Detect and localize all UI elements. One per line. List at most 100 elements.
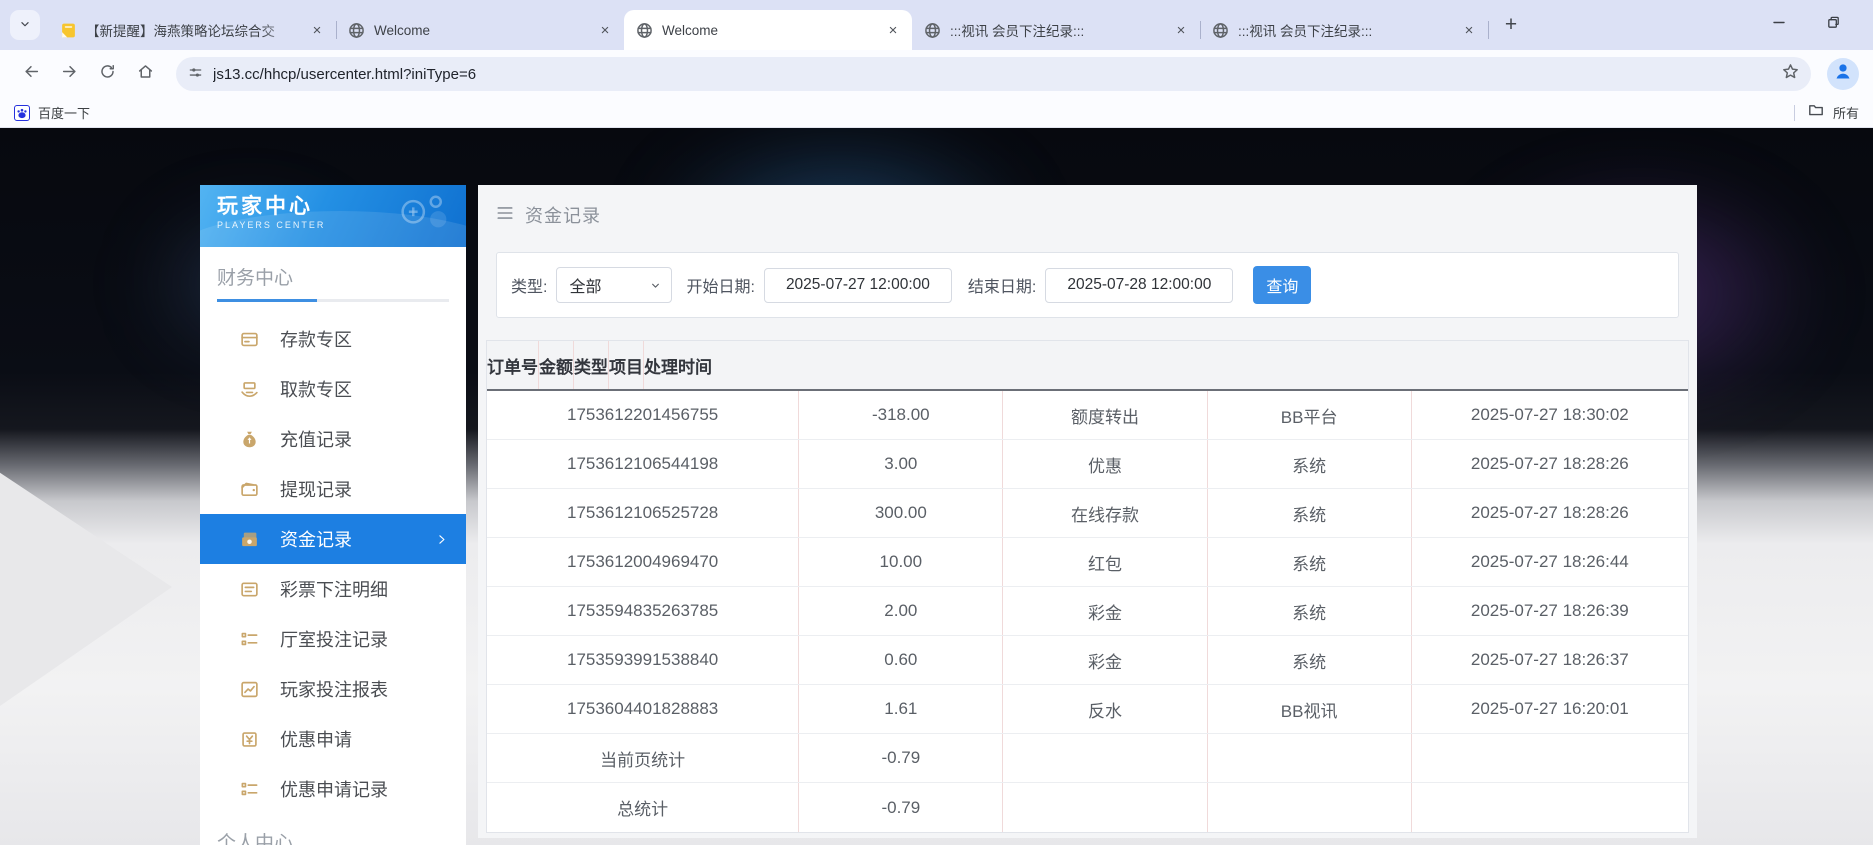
- menu-item-label: 提现记录: [280, 480, 352, 500]
- table-row: 1753612201456755 -318.00 额度转出 BB平台 2025-…: [487, 391, 1688, 440]
- sidebar-menu-item[interactable]: 提现记录: [200, 464, 466, 514]
- menu-item-label: 资金记录: [280, 530, 352, 550]
- type-select-value: 全部: [569, 279, 602, 296]
- new-tab-button[interactable]: +: [1496, 10, 1526, 40]
- avatar-icon: [1833, 61, 1853, 87]
- table-header-cell: 处理时间: [644, 357, 712, 377]
- tab-title: :::视讯 会员下注纪录:::: [950, 24, 1085, 39]
- tab-title: Welcome: [374, 22, 431, 38]
- all-bookmarks-button[interactable]: [1808, 102, 1824, 123]
- collapse-menu-button[interactable]: [496, 204, 514, 227]
- sidebar-menu-item[interactable]: 取款专区: [200, 364, 466, 414]
- sidebar-menu-item[interactable]: 存款专区: [200, 314, 466, 364]
- cell-time: [1412, 734, 1688, 782]
- cell-amount: 0.60: [799, 636, 1004, 684]
- cell-order-id: 1753594835263785: [487, 587, 800, 635]
- bookmark-label: 百度一下: [38, 106, 91, 121]
- cell-amount: 3.00: [799, 440, 1004, 488]
- withdraw-hand-icon: [238, 380, 260, 399]
- bookmark-list: 百度一下: [14, 103, 90, 122]
- tab-title: :::视讯 会员下注纪录:::: [1238, 24, 1373, 39]
- all-bookmarks-label: 所有: [1832, 106, 1859, 121]
- cell-time: 2025-07-27 18:26:44: [1470, 552, 1629, 571]
- restore-icon: [1826, 15, 1841, 34]
- close-tab-icon[interactable]: ×: [1172, 21, 1190, 39]
- home-icon: [137, 63, 154, 85]
- tab-title: 【新提醒】海燕策略论坛综合交: [86, 24, 275, 39]
- players-center-subtitle: PLAYERS CENTER: [217, 220, 326, 230]
- globe-icon: [636, 22, 653, 39]
- cell-amount: -0.79: [799, 734, 1004, 782]
- site-info-button[interactable]: [188, 65, 203, 84]
- url-text[interactable]: js13.cc/hhcp/usercenter.html?iniType=6: [213, 66, 1772, 83]
- bookmark-item[interactable]: 百度一下: [14, 103, 90, 122]
- table-row: 1753593991538840 0.60 彩金 系统 2025-07-27 1…: [487, 636, 1688, 685]
- menu-item-label: 玩家投注报表: [280, 680, 388, 700]
- sidebar-menu-item[interactable]: 优惠申请: [200, 714, 466, 764]
- cell-time: 2025-07-27 18:28:26: [1470, 503, 1629, 522]
- browser-tab[interactable]: :::视讯 会员下注纪录::: ×: [1200, 10, 1489, 50]
- cell-time: [1412, 783, 1688, 832]
- browser-toolbar: js13.cc/hhcp/usercenter.html?iniType=6: [0, 50, 1873, 98]
- browser-tab[interactable]: 【新提醒】海燕策略论坛综合交 ×: [48, 10, 337, 50]
- browser-chrome: 【新提醒】海燕策略论坛综合交 × Welcome × Welcome ×:::…: [0, 0, 1873, 128]
- menu-item-label: 存款专区: [280, 330, 352, 350]
- cashout-wallet-icon: [238, 480, 260, 499]
- cell-order-id: 当前页统计: [487, 734, 800, 782]
- minimize-button[interactable]: [1769, 14, 1789, 34]
- cell-type: 优惠: [1003, 440, 1208, 488]
- profile-avatar-button[interactable]: [1827, 58, 1859, 90]
- home-button[interactable]: [128, 57, 162, 91]
- sidebar-menu-item[interactable]: 充值记录: [200, 414, 466, 464]
- globe-icon: [924, 22, 941, 39]
- table-row: 总统计 -0.79: [487, 783, 1688, 832]
- bookmarks-right: 所有: [1793, 102, 1859, 123]
- address-bar[interactable]: js13.cc/hhcp/usercenter.html?iniType=6: [176, 57, 1811, 91]
- start-date-input[interactable]: [763, 267, 952, 303]
- cell-order-id: 1753612004969470: [487, 538, 800, 586]
- doc-yellow-icon: [60, 22, 77, 39]
- browser-tab[interactable]: Welcome ×: [336, 10, 624, 50]
- forward-button[interactable]: [52, 57, 86, 91]
- back-button[interactable]: [14, 57, 48, 91]
- sidebar-menu-item[interactable]: 优惠申请记录: [200, 764, 466, 814]
- close-tab-icon[interactable]: ×: [1460, 21, 1478, 39]
- end-date-input[interactable]: [1045, 267, 1234, 303]
- type-select[interactable]: 全部: [556, 267, 673, 303]
- sidebar: 玩家中心 PLAYERS CENTER 财务中心 存款专区 取款专区 充值记录 …: [200, 185, 466, 845]
- restore-button[interactable]: [1823, 14, 1843, 34]
- search-button[interactable]: 查询: [1253, 266, 1312, 304]
- back-arrow-icon: [23, 63, 40, 85]
- page-content: 玩家中心 PLAYERS CENTER 财务中心 存款专区 取款专区 充值记录 …: [0, 128, 1873, 845]
- tab-search-button[interactable]: [10, 10, 40, 40]
- sidebar-menu-item[interactable]: 玩家投注报表: [200, 664, 466, 714]
- table-row: 1753612004969470 10.00 红包 系统 2025-07-27 …: [487, 538, 1688, 587]
- finance-section-label: 财务中心: [217, 268, 294, 289]
- table-row: 1753604401828883 1.61 反水 BB视讯 2025-07-27…: [487, 685, 1688, 734]
- cell-order-id: 1753612106525728: [487, 489, 800, 537]
- cell-order-id: 1753593991538840: [487, 636, 800, 684]
- close-tab-icon[interactable]: ×: [884, 21, 902, 39]
- close-tab-icon[interactable]: ×: [596, 21, 614, 39]
- browser-tab[interactable]: :::视讯 会员下注纪录::: ×: [912, 10, 1201, 50]
- cell-time: 2025-07-27 18:26:37: [1470, 650, 1629, 669]
- bookmark-star-button[interactable]: [1782, 63, 1799, 85]
- type-label: 类型:: [511, 279, 548, 296]
- cell-time: 2025-07-27 18:26:39: [1470, 601, 1629, 620]
- globe-icon: [348, 22, 365, 39]
- star-icon: [1782, 63, 1799, 85]
- sidebar-menu-item[interactable]: 资金记录: [200, 514, 466, 564]
- cell-project: [1208, 734, 1412, 782]
- page-title: 资金记录: [525, 206, 601, 226]
- reload-button[interactable]: [90, 57, 124, 91]
- cell-type: [1003, 734, 1208, 782]
- cell-project: 系统: [1208, 587, 1412, 635]
- hall-bet-list-icon: [238, 630, 260, 649]
- sidebar-menu-item[interactable]: 彩票下注明细: [200, 564, 466, 614]
- table-header-cell: 订单号: [487, 341, 539, 389]
- sidebar-menu-item[interactable]: 厅室投注记录: [200, 614, 466, 664]
- browser-tab[interactable]: Welcome ×: [624, 10, 912, 50]
- cell-project: BB视讯: [1208, 685, 1412, 733]
- cell-amount: 300.00: [799, 489, 1004, 537]
- close-tab-icon[interactable]: ×: [308, 21, 326, 39]
